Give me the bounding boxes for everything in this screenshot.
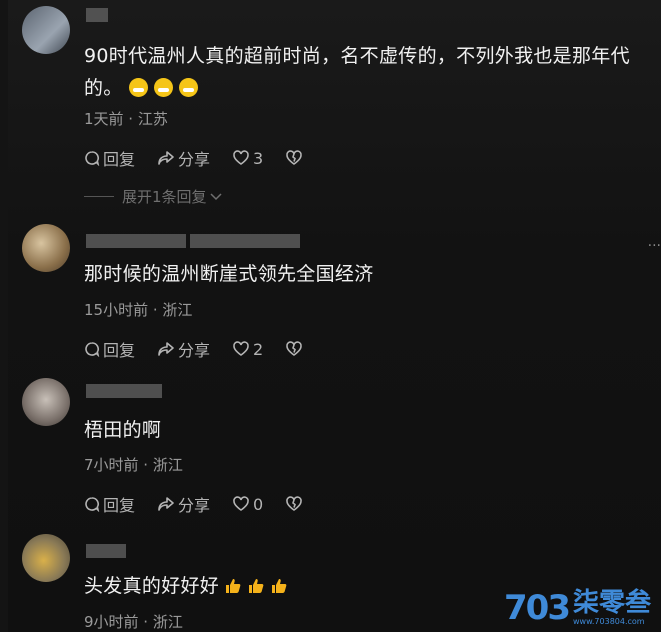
grin-emoji <box>178 78 198 97</box>
reply-label: 回复 <box>103 496 136 515</box>
share-icon <box>158 151 174 165</box>
username-blurred[interactable] <box>86 234 300 248</box>
laughing-crying-emoji <box>128 78 148 97</box>
dislike-button[interactable] <box>285 496 306 512</box>
reply-label: 回复 <box>103 150 136 169</box>
site-watermark: 703 柒零叁 www.703804.com <box>504 588 651 628</box>
like-button[interactable]: 0 <box>232 495 263 514</box>
share-icon <box>158 342 174 356</box>
reply-icon <box>85 342 100 357</box>
username-blurred[interactable] <box>86 8 108 22</box>
avatar[interactable] <box>22 378 70 426</box>
like-button[interactable]: 2 <box>232 340 263 359</box>
reply-icon <box>85 151 100 166</box>
watermark-logo: 703 <box>504 588 571 628</box>
grin-emoji <box>153 78 173 97</box>
comment-actions: 回复 分享 2 <box>84 337 328 361</box>
comment-meta: 15小时前 · 浙江 <box>84 301 193 319</box>
more-options-icon[interactable]: ··· <box>648 238 661 254</box>
like-count: 0 <box>253 494 264 514</box>
comment-list: 90时代温州人真的超前时尚，名不虚传的，不列外我也是那年代的。 1天前 · 江苏… <box>8 0 661 632</box>
share-label: 分享 <box>178 150 211 169</box>
share-icon <box>158 497 174 511</box>
reply-button[interactable]: 回复 <box>84 492 135 516</box>
reply-icon <box>85 497 100 512</box>
share-label: 分享 <box>178 496 211 515</box>
username-blurred[interactable] <box>86 544 126 558</box>
dislike-button[interactable] <box>285 150 306 166</box>
heart-icon <box>233 496 249 511</box>
heart-icon <box>233 341 249 356</box>
comment-text: 那时候的温州断崖式领先全国经济 <box>84 263 374 285</box>
broken-heart-icon <box>286 150 303 165</box>
avatar[interactable] <box>22 534 70 582</box>
avatar[interactable] <box>22 224 70 272</box>
watermark-url: www.703804.com <box>572 617 645 626</box>
thumbs-up-emoji <box>226 579 241 593</box>
heart-icon <box>233 150 249 165</box>
comment-actions: 回复 分享 0 <box>84 492 328 516</box>
broken-heart-icon <box>286 496 303 511</box>
expand-replies-button[interactable]: 展开1条回复 <box>84 186 222 207</box>
watermark-name: 柒零叁 <box>572 588 651 618</box>
username-blurred[interactable] <box>86 384 162 398</box>
share-button[interactable]: 分享 <box>157 492 210 516</box>
comment-text: 梧田的啊 <box>84 419 162 441</box>
comment-text: 90时代温州人真的超前时尚，名不虚传的，不列外我也是那年代的。 <box>84 40 655 104</box>
comment-meta: 1天前 · 江苏 <box>84 110 168 128</box>
share-button[interactable]: 分享 <box>157 146 210 170</box>
thumbs-up-emoji <box>272 579 287 593</box>
reply-button[interactable]: 回复 <box>84 146 135 170</box>
avatar[interactable] <box>22 6 70 54</box>
dislike-button[interactable] <box>285 341 306 357</box>
reply-button[interactable]: 回复 <box>84 337 135 361</box>
like-count: 2 <box>253 339 264 359</box>
comment-text-content: 头发真的好好好 <box>84 575 220 597</box>
comment-meta: 9小时前 · 浙江 <box>84 613 183 631</box>
expand-label: 展开1条回复 <box>122 188 207 206</box>
comment-meta: 7小时前 · 浙江 <box>84 456 183 474</box>
reply-label: 回复 <box>103 341 136 360</box>
divider-line <box>84 196 114 197</box>
comment-actions: 回复 分享 3 <box>84 146 328 170</box>
share-button[interactable]: 分享 <box>157 337 210 361</box>
share-label: 分享 <box>178 341 211 360</box>
broken-heart-icon <box>286 341 303 356</box>
chevron-down-icon <box>210 192 222 200</box>
like-count: 3 <box>253 148 264 168</box>
like-button[interactable]: 3 <box>232 149 263 168</box>
thumbs-up-emoji <box>249 579 264 593</box>
